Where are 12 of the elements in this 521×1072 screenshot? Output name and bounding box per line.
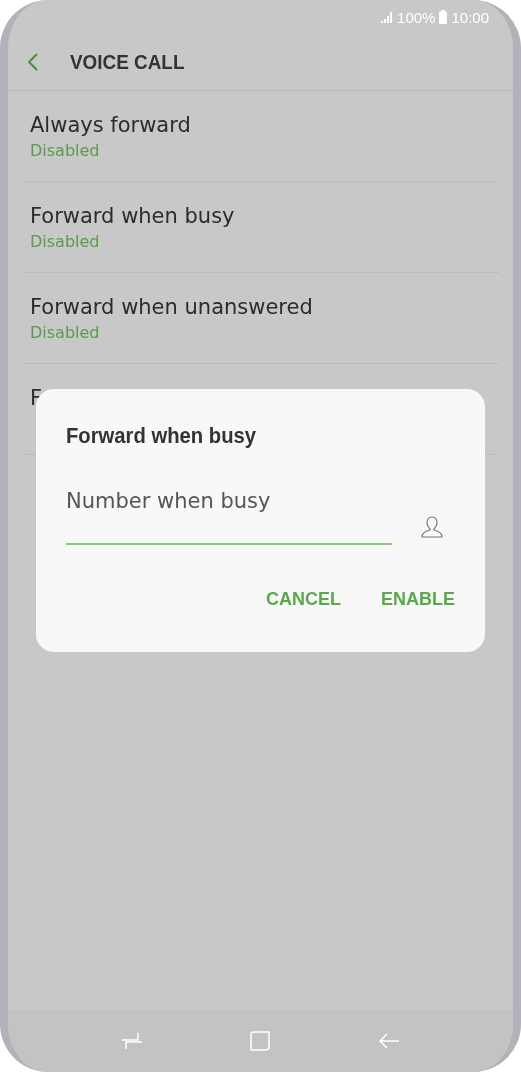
recent-apps-icon[interactable] xyxy=(121,1030,144,1052)
contact-icon[interactable] xyxy=(420,515,444,539)
setting-item[interactable]: Forward when unanswered Disabled xyxy=(22,273,499,364)
number-field[interactable]: Number when busy xyxy=(66,489,392,545)
page-title: VOICE CALL xyxy=(70,50,185,74)
home-icon[interactable] xyxy=(249,1030,272,1052)
signal-icon xyxy=(381,11,394,23)
back-icon[interactable] xyxy=(28,53,38,71)
dialog-title: Forward when busy xyxy=(66,423,258,449)
battery-icon xyxy=(439,10,448,24)
setting-item[interactable]: Forward when busy Disabled xyxy=(22,182,499,273)
setting-item[interactable]: Always forward Disabled xyxy=(22,91,499,182)
